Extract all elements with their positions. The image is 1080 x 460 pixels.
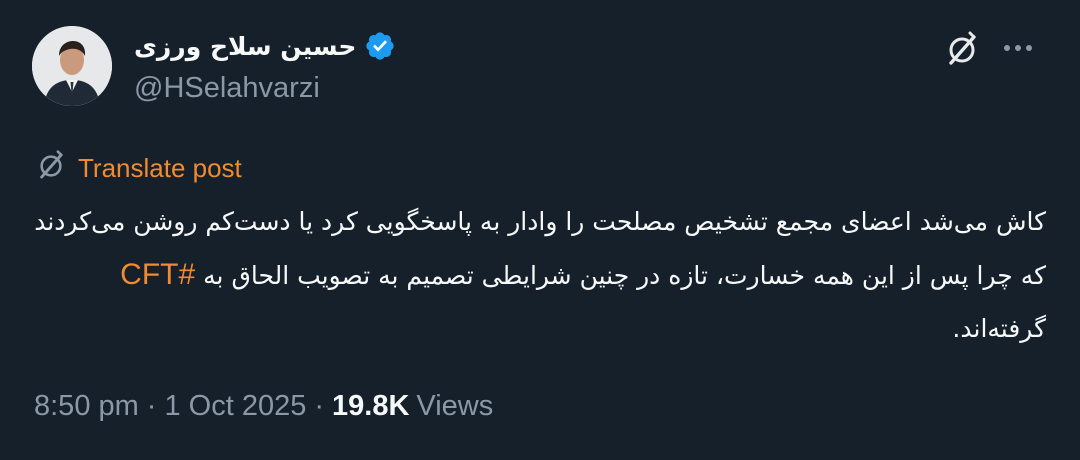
post-text: کاش می‌شد اعضای مجمع تشخیص مصلحت را وادا… bbox=[34, 195, 1046, 355]
author-display-name[interactable]: حسین سلاح ورزی bbox=[134, 32, 356, 61]
post-meta: 8:50 pm · 1 Oct 2025 · 19.8K Views bbox=[34, 386, 493, 426]
views-label: Views bbox=[416, 389, 494, 422]
author-handle[interactable]: @HSelahvarzi bbox=[134, 72, 320, 105]
meta-separator: · bbox=[146, 389, 157, 422]
translate-post-link[interactable]: Translate post bbox=[34, 150, 242, 186]
meta-separator: · bbox=[314, 389, 325, 422]
tweet-card: حسین سلاح ورزی @HSelahvarzi Translate po… bbox=[0, 0, 1080, 460]
avatar[interactable] bbox=[32, 26, 112, 106]
hashtag-link[interactable]: #CFT bbox=[120, 258, 195, 291]
post-text-after: گرفته‌اند. bbox=[952, 314, 1046, 343]
post-date[interactable]: 1 Oct 2025 bbox=[164, 390, 306, 423]
post-time[interactable]: 8:50 pm bbox=[34, 390, 139, 423]
author-name-row: حسین سلاح ورزی bbox=[134, 28, 396, 64]
views-count[interactable]: 19.8K bbox=[332, 390, 416, 423]
verified-badge-icon[interactable] bbox=[364, 30, 396, 62]
more-options-icon[interactable] bbox=[996, 28, 1040, 68]
avatar-image bbox=[32, 26, 112, 106]
grok-icon[interactable] bbox=[940, 28, 984, 72]
globe-icon bbox=[34, 149, 68, 187]
translate-post-label: Translate post bbox=[78, 152, 242, 183]
